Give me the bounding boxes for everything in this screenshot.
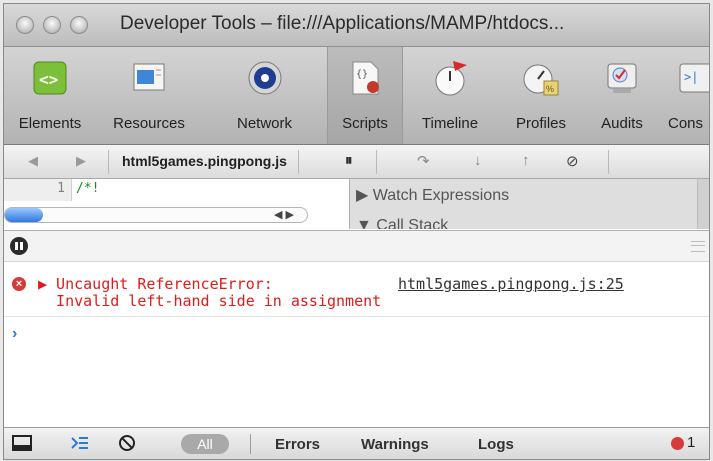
error-text-line-2: Invalid left-hand side in assignment	[38, 292, 382, 310]
tab-label: Network	[236, 115, 292, 132]
forward-icon[interactable]: ▶	[76, 153, 86, 169]
script-file-select[interactable]: html5games.pingpong.js	[122, 153, 287, 169]
panel-toolbar: <> Elements Resources Network {} Scripts…	[4, 47, 709, 145]
timeline-icon	[435, 61, 467, 96]
tab-resources[interactable]: Resources	[96, 47, 202, 144]
deactivate-breakpoints-icon[interactable]: ⊘	[566, 152, 579, 170]
clear-console-icon[interactable]	[117, 434, 137, 452]
console-icon: >|	[679, 63, 709, 93]
divider	[108, 150, 109, 174]
elements-icon: <>	[33, 61, 67, 95]
error-count-icon[interactable]	[671, 437, 684, 450]
error-text-line-1: ▶ Uncaught ReferenceError:	[38, 275, 273, 293]
svg-text:>|: >|	[684, 70, 698, 84]
tab-network[interactable]: Network	[202, 47, 327, 144]
tab-label: Scripts	[342, 115, 388, 132]
debugger-sidebar: ▶ Watch Expressions ▼ Call Stack	[349, 179, 709, 229]
network-icon	[248, 61, 281, 95]
tab-label: Timeline	[421, 115, 479, 132]
devtools-window: Developer Tools – file:///Applications/M…	[3, 3, 710, 460]
window-title: Developer Tools – file:///Applications/M…	[120, 13, 565, 34]
audits-icon	[607, 63, 637, 93]
scroll-arrows-icon[interactable]: ◀ ▶	[274, 208, 294, 221]
tab-label: Cons	[668, 115, 704, 132]
tab-elements[interactable]: <> Elements	[4, 47, 96, 144]
tab-scripts[interactable]: {} Scripts	[327, 47, 403, 144]
pause-icon[interactable]	[10, 237, 28, 255]
console-toggle-icon[interactable]	[70, 434, 90, 452]
tab-console[interactable]: >| Cons	[660, 47, 709, 144]
tab-label: Profiles	[515, 115, 567, 132]
call-stack-header[interactable]: ▼ Call Stack	[356, 217, 448, 229]
profiles-icon: %	[523, 64, 559, 96]
filter-warnings-button[interactable]: Warnings	[361, 436, 429, 453]
console-drawer: × ▶ Uncaught ReferenceError: Invalid lef…	[4, 230, 709, 427]
svg-text:<>: <>	[39, 70, 58, 89]
console-prompt[interactable]: ›	[12, 325, 17, 343]
error-icon: ×	[12, 277, 26, 291]
error-count[interactable]: 1	[687, 434, 695, 451]
pause-on-exceptions-icon[interactable]: ⏸	[345, 152, 353, 169]
sidebar-scrollbar[interactable]	[697, 179, 709, 229]
code-line: /*!	[76, 181, 100, 196]
svg-text:{}: {}	[356, 69, 368, 80]
error-source-link[interactable]: html5games.pingpong.js:25	[398, 276, 624, 293]
tab-label: Resources	[113, 115, 185, 132]
close-window-button[interactable]	[16, 16, 34, 34]
horizontal-scrollbar[interactable]	[4, 207, 308, 223]
divider	[376, 150, 377, 174]
tab-timeline[interactable]: Timeline	[402, 47, 498, 144]
svg-text:%: %	[546, 84, 554, 94]
minimize-window-button[interactable]	[43, 16, 61, 34]
line-number: 1	[4, 179, 72, 201]
filter-all-button[interactable]: All	[181, 434, 229, 454]
console-header	[4, 231, 709, 262]
tab-audits[interactable]: Audits	[584, 47, 660, 144]
resources-icon	[133, 63, 165, 91]
zoom-window-button[interactable]	[70, 16, 88, 34]
console-error-message[interactable]: × ▶ Uncaught ReferenceError: Invalid lef…	[4, 272, 709, 317]
divider	[298, 150, 299, 174]
title-bar: Developer Tools – file:///Applications/M…	[4, 4, 709, 47]
tab-label: Elements	[18, 115, 82, 132]
divider	[250, 434, 251, 454]
scrollbar-thumb[interactable]	[5, 208, 43, 222]
back-icon[interactable]: ◀	[28, 153, 38, 169]
step-into-icon[interactable]: ↓	[474, 152, 482, 169]
divider	[608, 150, 609, 174]
filter-logs-button[interactable]: Logs	[478, 436, 514, 453]
watch-expressions-header[interactable]: ▶ Watch Expressions	[356, 185, 509, 205]
scripts-icon: {}	[352, 61, 379, 95]
tab-profiles[interactable]: % Profiles	[498, 47, 584, 144]
step-over-icon[interactable]: ↷	[417, 152, 430, 170]
step-out-icon[interactable]: ↑	[522, 152, 530, 169]
tab-label: Audits	[601, 115, 643, 132]
resize-grip-icon[interactable]	[691, 241, 705, 252]
dock-toggle-icon[interactable]	[12, 434, 32, 452]
filter-errors-button[interactable]: Errors	[275, 436, 320, 453]
status-bar: All Errors Warnings Logs 1	[4, 427, 709, 459]
source-view[interactable]: 1 /*! ◀ ▶	[4, 179, 348, 229]
scripts-toolbar: ◀ ▶ html5games.pingpong.js ⏸ ↷ ↓ ↑ ⊘	[4, 145, 709, 179]
